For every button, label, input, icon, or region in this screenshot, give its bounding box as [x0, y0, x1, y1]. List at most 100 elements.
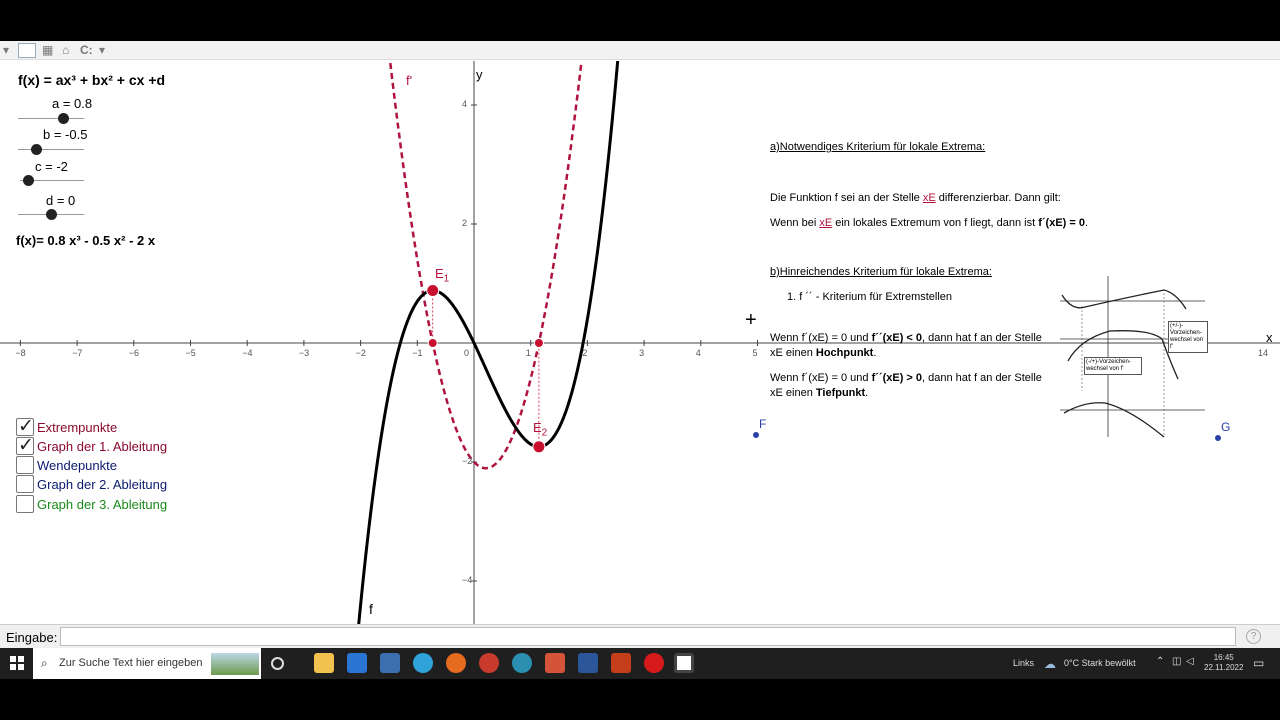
- app-icon-orange[interactable]: [545, 653, 565, 673]
- app-icon-teal[interactable]: [512, 653, 532, 673]
- checkbox[interactable]: [16, 475, 34, 493]
- x-tick-label: 14: [1258, 348, 1269, 358]
- grid-icon[interactable]: ▦: [42, 43, 53, 58]
- mail-icon[interactable]: [347, 653, 367, 673]
- input-field[interactable]: [60, 627, 1236, 646]
- x-tick-label: −8: [15, 348, 26, 358]
- slider-label-d: d = 0: [46, 193, 76, 208]
- derivative-root-point: [533, 338, 544, 348]
- checkbox-row[interactable]: Graph der 3. Ableitung: [16, 494, 167, 514]
- drive-label[interactable]: C:: [80, 43, 93, 58]
- opera-icon[interactable]: [644, 653, 664, 673]
- windows-start-icon[interactable]: [10, 656, 24, 670]
- screen: ▾ ▦ ⌂ C: ▾ f(x) = ax³ + bx² + cx +d a = …: [0, 0, 1280, 720]
- graphics-view[interactable]: f(x) = ax³ + bx² + cx +d a = 0.8 b = -0.5…: [0, 61, 1280, 624]
- checkbox-row[interactable]: ✓ Graph der 1. Ableitung: [16, 434, 168, 456]
- checkbox[interactable]: ✓: [16, 434, 34, 456]
- taskbar-search[interactable]: ⌕ Zur Suche Text hier eingeben: [33, 648, 261, 679]
- line-a1: Die Funktion f sei an der Stelle xE diff…: [770, 192, 1061, 204]
- y-axis-label: y: [476, 67, 483, 82]
- cloud-icon: ☁: [1044, 657, 1056, 671]
- checkbox-label: Graph der 3. Ableitung: [37, 496, 168, 512]
- fprime-label: f': [406, 73, 413, 88]
- graphics-view-icon[interactable]: [18, 43, 36, 58]
- y-tick-label: 4: [462, 99, 468, 109]
- slider-label-c: c = -2: [35, 159, 68, 174]
- x-tick-label: 1: [525, 348, 531, 358]
- line-a2: Wenn bei xE ein lokales Extremum von f l…: [770, 217, 1089, 229]
- slider-knob-c[interactable]: [22, 175, 34, 186]
- x-tick-label: 5: [752, 348, 758, 358]
- edge-icon[interactable]: [413, 653, 433, 673]
- x-tick-label: 4: [695, 348, 701, 358]
- extremum-point-e2: [532, 440, 546, 454]
- slider-knob-b[interactable]: [30, 144, 42, 155]
- extremum-point-e1: [426, 284, 440, 298]
- formula-specific: f(x)= 0.8 x³ - 0.5 x² - 2 x: [16, 233, 156, 248]
- taskbar: ⌕ Zur Suche Text hier eingeben Links ☁ 0…: [0, 648, 1280, 679]
- heading-b: b)Hinreichendes Kriterium für lokale Ext…: [770, 266, 992, 278]
- tray-weather[interactable]: 0°C Stark bewölkt: [1064, 658, 1136, 668]
- help-icon[interactable]: ?: [1246, 629, 1261, 644]
- x-tick-label: 3: [639, 348, 645, 358]
- x-tick-label: −3: [298, 348, 310, 358]
- x-tick-label: −7: [72, 348, 83, 358]
- x-tick-label: −2: [355, 348, 366, 358]
- input-bar: Eingabe: ?: [0, 624, 1280, 649]
- checkbox-label: Extrempunkte: [37, 419, 118, 435]
- dropdown-arrow-icon[interactable]: ▾: [99, 43, 105, 58]
- x-axis-label: x: [1266, 330, 1273, 345]
- checkbox-label: Wendepunkte: [37, 457, 117, 473]
- y-tick-label: −4: [462, 575, 473, 585]
- clock-time: 16:45: [1213, 653, 1234, 662]
- x-tick-label: 2: [582, 348, 588, 358]
- checkbox-row[interactable]: Graph der 2. Ableitung: [16, 474, 167, 494]
- network-icon[interactable]: ◫: [1172, 656, 1181, 667]
- geogebra-window: ▾ ▦ ⌂ C: ▾ f(x) = ax³ + bx² + cx +d a = …: [0, 41, 1280, 649]
- word-icon[interactable]: [578, 653, 598, 673]
- app-icon-red[interactable]: [479, 653, 499, 673]
- e1-label: E1: [435, 266, 450, 285]
- checkbox-label: Graph der 1. Ableitung: [37, 438, 168, 454]
- figure-f-curve: [1061, 289, 1187, 310]
- graph-canvas[interactable]: [0, 61, 1280, 624]
- slider-label-a: a = 0.8: [52, 96, 93, 111]
- checkbox[interactable]: [16, 495, 34, 513]
- firefox-icon[interactable]: [446, 653, 466, 673]
- rule2-line2: xE einen Tiefpunkt.: [770, 387, 869, 399]
- x-tick-label: −1: [412, 348, 423, 358]
- menu-triangle-icon[interactable]: ▾: [3, 43, 9, 58]
- slider-track-b[interactable]: [18, 149, 84, 150]
- tray-clock[interactable]: 16:45 22.11.2022: [1204, 653, 1243, 673]
- powerpoint-icon[interactable]: [611, 653, 631, 673]
- tray-chevron-icon[interactable]: ⌃: [1156, 656, 1164, 667]
- input-label: Eingabe:: [6, 630, 58, 645]
- checkbox-label: Graph der 2. Ableitung: [37, 476, 168, 492]
- mouse-cursor-crosshair-icon: +: [745, 309, 757, 331]
- notification-icon[interactable]: ▭: [1253, 656, 1264, 670]
- slider-knob-d[interactable]: [46, 209, 57, 220]
- geogebra-icon[interactable]: [674, 653, 694, 673]
- toolbar: ▾ ▦ ⌂ C: ▾: [0, 41, 1280, 60]
- home-icon[interactable]: ⌂: [62, 43, 69, 58]
- axes: [0, 61, 1280, 624]
- x-tick-label: −6: [128, 348, 140, 358]
- checkbox[interactable]: [16, 456, 34, 474]
- task-view-icon[interactable]: [271, 657, 284, 670]
- search-highlight-image: [211, 653, 259, 675]
- search-icon: ⌕: [41, 656, 48, 670]
- heading-a: a)Notwendiges Kriterium für lokale Extre…: [770, 141, 986, 153]
- checkbox-row[interactable]: Wendepunkte: [16, 455, 117, 475]
- clock-date: 22.11.2022: [1204, 663, 1244, 672]
- slider-knob-a[interactable]: [58, 113, 69, 124]
- derivative-curve: [388, 61, 583, 470]
- y-tick-label: −2: [462, 456, 473, 466]
- store-icon[interactable]: [380, 653, 400, 673]
- tray-links[interactable]: Links: [1013, 658, 1034, 668]
- x-tick-label: 0: [464, 348, 470, 358]
- slider-track-a[interactable]: [18, 118, 84, 119]
- y-tick-label: 2: [462, 218, 468, 228]
- file-explorer-icon[interactable]: [314, 653, 334, 673]
- formula-general: f(x) = ax³ + bx² + cx +d: [18, 72, 166, 88]
- speaker-icon[interactable]: ◁: [1186, 656, 1194, 667]
